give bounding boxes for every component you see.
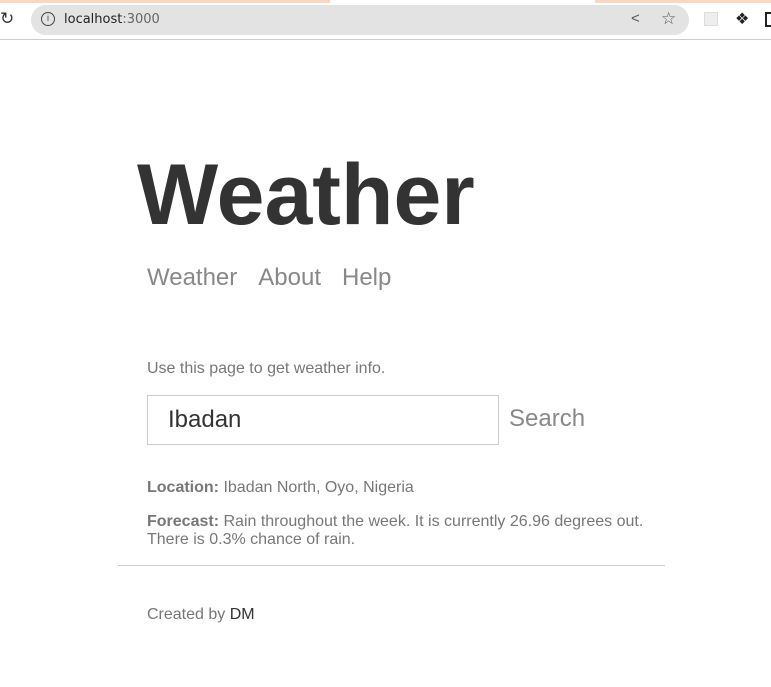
browser-toolbar: ↻ i localhost:3000 < ☆ ❖ bbox=[0, 0, 771, 40]
intro-text: Use this page to get weather info. bbox=[147, 360, 386, 377]
search-button[interactable]: Search bbox=[509, 405, 585, 433]
address-bar[interactable]: i localhost:3000 < ☆ bbox=[31, 5, 689, 35]
nav-about[interactable]: About bbox=[258, 264, 321, 291]
footer-divider bbox=[118, 565, 665, 566]
footer-text: Created by bbox=[147, 606, 230, 623]
forecast-label: Forecast: bbox=[147, 513, 220, 530]
footer: Created by DM bbox=[147, 606, 255, 624]
side-panel-icon[interactable] bbox=[765, 12, 771, 27]
location-search-input[interactable] bbox=[147, 395, 499, 445]
main-nav: Weather About Help bbox=[147, 264, 412, 292]
extensions-puzzle-icon[interactable]: ❖ bbox=[735, 9, 749, 29]
nav-help[interactable]: Help bbox=[342, 264, 391, 291]
location-label: Location: bbox=[147, 479, 219, 496]
location-message: Location: Ibadan North, Oyo, Nigeria bbox=[147, 479, 667, 497]
footer-author: DM bbox=[229, 606, 255, 623]
location-value: Ibadan North, Oyo, Nigeria bbox=[223, 479, 414, 496]
url-host: localhost bbox=[64, 12, 123, 27]
url-text[interactable]: localhost:3000 bbox=[64, 12, 160, 27]
page-title: Weather bbox=[137, 147, 475, 243]
extension-icon[interactable] bbox=[704, 12, 718, 26]
nav-weather[interactable]: Weather bbox=[147, 264, 237, 291]
forecast-message: Forecast: Rain throughout the week. It i… bbox=[147, 513, 667, 549]
url-port: :3000 bbox=[122, 12, 160, 27]
tab-strip-edge bbox=[0, 0, 771, 3]
reload-icon[interactable]: ↻ bbox=[0, 9, 14, 29]
share-icon[interactable]: < bbox=[631, 10, 640, 27]
info-icon[interactable]: i bbox=[41, 12, 55, 26]
forecast-value: Rain throughout the week. It is currentl… bbox=[147, 513, 644, 548]
bookmark-star-icon[interactable]: ☆ bbox=[661, 9, 676, 29]
